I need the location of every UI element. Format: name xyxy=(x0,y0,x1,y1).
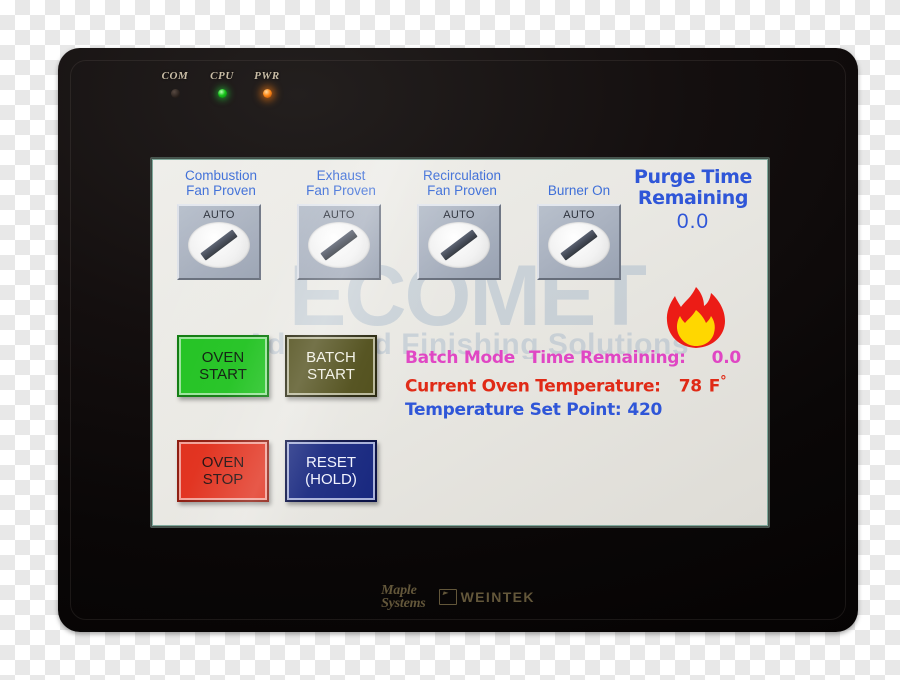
set-point-value: 420 xyxy=(627,400,663,420)
label-burner-on-line1: Burner On xyxy=(547,183,611,198)
led-cpu: CPU xyxy=(201,70,243,98)
time-remaining-label: Time Remaining: xyxy=(528,348,686,368)
touchscreen-display[interactable]: ECOMET Advanced Finishing Solutions Comb… xyxy=(152,159,768,526)
purge-title-line2: Remaining xyxy=(637,187,749,209)
maple-systems-logo: Maple Systems xyxy=(381,584,426,611)
switch-exhaust-mode-label: AUTO xyxy=(323,209,355,221)
label-recirculation-fan-proven: Recirculation Fan Proven xyxy=(403,168,521,198)
time-remaining-value: 0.0 xyxy=(711,348,742,368)
label-combustion-line2: Fan Proven xyxy=(186,183,256,198)
label-burner-on: Burner On xyxy=(523,183,635,198)
switch-handle-icon xyxy=(440,229,478,261)
current-temp-unit: F xyxy=(708,376,721,397)
current-oven-temperature-readout: Current Oven Temperature: 78 F° xyxy=(405,374,727,397)
oven-stop-button[interactable]: OVEN STOP xyxy=(177,440,269,502)
purge-time-panel: Purge Time Remaining 0.0 xyxy=(627,167,759,235)
degree-symbol: ° xyxy=(720,374,727,389)
oven-stop-line2: STOP xyxy=(202,471,244,488)
switch-handle-icon xyxy=(560,229,598,261)
oven-start-line2: START xyxy=(199,366,247,383)
switch-recirculation-dial[interactable] xyxy=(428,222,490,268)
weintek-wordmark: WEINTEK xyxy=(460,589,535,605)
purge-title-line1: Purge Time xyxy=(633,166,753,188)
reset-hold-button[interactable]: RESET (HOLD) xyxy=(285,440,377,502)
label-combustion-line1: Combustion xyxy=(184,168,258,183)
batch-start-button[interactable]: BATCH START xyxy=(285,335,377,397)
label-exhaust-fan-proven: Exhaust Fan Proven xyxy=(285,168,397,198)
label-exhaust-line1: Exhaust xyxy=(316,168,366,183)
led-pwr-label: PWR xyxy=(254,70,280,82)
lcd-frame: ECOMET Advanced Finishing Solutions Comb… xyxy=(150,157,770,528)
label-recirculation-line2: Fan Proven xyxy=(427,183,497,198)
switch-exhaust-fan-proven[interactable]: AUTO xyxy=(297,204,381,280)
switch-recirculation-fan-proven[interactable]: AUTO xyxy=(417,204,501,280)
current-temp-value: 78 xyxy=(678,376,702,397)
switch-exhaust-dial[interactable] xyxy=(308,222,370,268)
temperature-set-point-readout: Temperature Set Point: 420 xyxy=(405,400,662,420)
flame-icon xyxy=(666,287,725,348)
switch-combustion-fan-proven[interactable]: AUTO xyxy=(177,204,261,280)
current-temp-label: Current Oven Temperature: xyxy=(405,376,661,397)
switch-burner-on[interactable]: AUTO xyxy=(537,204,621,280)
led-com-label: COM xyxy=(161,70,189,82)
switch-recirculation-mode-label: AUTO xyxy=(443,209,475,221)
oven-start-line1: OVEN xyxy=(201,349,245,366)
led-pwr: PWR xyxy=(246,70,288,98)
led-pwr-indicator xyxy=(262,89,272,98)
batch-start-line2: START xyxy=(307,366,355,383)
switch-burner-mode-label: AUTO xyxy=(563,209,595,221)
label-exhaust-line2: Fan Proven xyxy=(306,183,376,198)
led-cpu-label: CPU xyxy=(210,70,234,82)
switch-burner-dial[interactable] xyxy=(548,222,610,268)
hmi-device: COM CPU PWR ECOMET Advanced Finishing So… xyxy=(58,48,858,632)
label-recirculation-line1: Recirculation xyxy=(422,168,502,183)
batch-mode-readout: Batch Mode Time Remaining: 0.0 xyxy=(405,348,741,368)
set-point-label: Temperature Set Point: xyxy=(405,400,622,420)
led-cpu-indicator xyxy=(217,89,227,98)
reset-line2: (HOLD) xyxy=(305,471,357,488)
led-com: COM xyxy=(154,70,196,98)
led-com-indicator xyxy=(170,89,180,98)
switch-combustion-mode-label: AUTO xyxy=(203,209,235,221)
brand-plate: Maple Systems WEINTEK xyxy=(58,584,858,611)
switch-handle-icon xyxy=(200,229,238,261)
batch-mode-label: Batch Mode xyxy=(405,348,515,368)
label-combustion-fan-proven: Combustion Fan Proven xyxy=(165,168,277,198)
reset-line1: RESET xyxy=(305,454,356,471)
cursor-hand-icon xyxy=(438,589,457,605)
maple-logo-line2: Systems xyxy=(381,596,426,611)
oven-start-button[interactable]: OVEN START xyxy=(177,335,269,397)
oven-stop-line1: OVEN xyxy=(201,454,245,471)
switch-combustion-dial[interactable] xyxy=(188,222,250,268)
purge-time-value: 0.0 xyxy=(676,210,710,233)
switch-handle-icon xyxy=(320,229,358,261)
weintek-logo: WEINTEK xyxy=(438,589,535,605)
batch-start-line1: BATCH xyxy=(306,349,356,366)
